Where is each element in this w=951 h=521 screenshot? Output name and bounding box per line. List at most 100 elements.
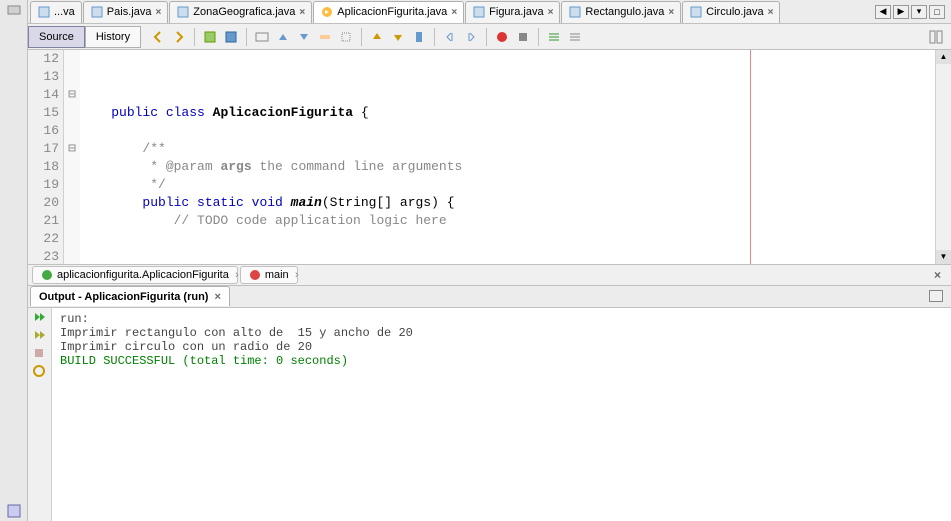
code-line[interactable]: * @param args the command line arguments [80, 158, 935, 176]
java-file-icon [90, 5, 104, 19]
forward-icon[interactable] [170, 28, 188, 46]
editor-toolbar: Source History [28, 24, 951, 50]
tab-label: ZonaGeografica.java [193, 6, 295, 18]
editor-tab[interactable]: Circulo.java × [682, 1, 780, 23]
editor-tabs-row: ...vaPais.java×ZonaGeografica.java×Aplic… [28, 0, 951, 24]
breadcrumb-label: main [265, 269, 289, 281]
fold-toggle-icon[interactable]: ⊟ [64, 140, 80, 158]
java-file-icon [472, 5, 486, 19]
java-file-icon [176, 5, 190, 19]
tab-close-icon[interactable]: × [451, 7, 457, 18]
tabs-dropdown[interactable]: ▾ [911, 5, 927, 19]
editor-tab[interactable]: Pais.java× [83, 1, 168, 23]
history-button[interactable]: History [85, 26, 141, 48]
source-button[interactable]: Source [28, 26, 85, 48]
next-bookmark-icon[interactable] [389, 28, 407, 46]
toolbar-icon[interactable] [337, 28, 355, 46]
code-line[interactable]: public class AplicacionFigurita { [80, 104, 935, 122]
tab-label: Circulo.java [706, 6, 763, 18]
find-previous-icon[interactable] [274, 28, 292, 46]
stop-macro-icon[interactable] [514, 28, 532, 46]
breadcrumb-label: aplicacionfigurita.AplicacionFigurita [57, 269, 229, 281]
code-line[interactable]: */ [80, 176, 935, 194]
tabs-scroll-right[interactable]: ▶ [893, 5, 909, 19]
toolbar-icon[interactable] [201, 28, 219, 46]
start-macro-icon[interactable] [493, 28, 511, 46]
shift-left-icon[interactable] [441, 28, 459, 46]
output-tab-close-icon[interactable]: × [214, 291, 220, 303]
find-selection-icon[interactable] [253, 28, 271, 46]
code-area[interactable]: public class AplicacionFigurita { /** * … [80, 50, 935, 264]
back-icon[interactable] [149, 28, 167, 46]
tab-close-icon[interactable]: × [668, 7, 674, 18]
tabs-controls: ◀ ▶ ▾ □ [875, 5, 949, 19]
output-line: Imprimir rectangulo con alto de 15 y anc… [60, 326, 943, 340]
tab-close-icon[interactable]: × [768, 7, 774, 18]
gutter-icon[interactable] [6, 2, 22, 18]
tabs-maximize[interactable]: □ [929, 5, 945, 19]
output-text[interactable]: run:Imprimir rectangulo con alto de 15 y… [52, 308, 951, 521]
previous-bookmark-icon[interactable] [368, 28, 386, 46]
java-main-icon [320, 5, 334, 19]
left-gutter [0, 0, 28, 521]
comment-icon[interactable] [545, 28, 563, 46]
output-panel: run:Imprimir rectangulo con alto de 15 y… [28, 308, 951, 521]
editor-tab[interactable]: ZonaGeografica.java × [169, 1, 312, 23]
toggle-highlight-icon[interactable] [316, 28, 334, 46]
line-number-gutter: 12131415161718192021222324252627 [28, 50, 64, 264]
java-file-icon [689, 5, 703, 19]
fold-toggle-icon[interactable]: ⊟ [64, 86, 80, 104]
rerun-icon[interactable] [32, 310, 48, 326]
code-editor[interactable]: 12131415161718192021222324252627 ⊟ ⊟ pub… [28, 50, 951, 264]
tab-label: Rectangulo.java [585, 6, 664, 18]
toggle-bookmark-icon[interactable] [410, 28, 428, 46]
code-line[interactable] [80, 122, 935, 140]
class-icon [41, 269, 53, 281]
output-line: Imprimir circulo con un radio de 20 [60, 340, 943, 354]
output-minimize-icon[interactable] [929, 290, 943, 302]
code-line[interactable] [80, 248, 935, 264]
split-icon[interactable] [929, 30, 943, 44]
fold-gutter: ⊟ ⊟ [64, 50, 80, 264]
tab-label: AplicacionFigurita.java [337, 6, 447, 18]
code-line[interactable]: public static void main(String[] args) { [80, 194, 935, 212]
code-line[interactable]: // TODO code application logic here [80, 212, 935, 230]
code-line[interactable]: /** [80, 140, 935, 158]
gutter-icon-2[interactable] [6, 503, 22, 519]
output-tab[interactable]: Output - AplicacionFigurita (run) × [30, 286, 230, 306]
find-next-icon[interactable] [295, 28, 313, 46]
margin-line [750, 50, 751, 264]
scroll-up-icon[interactable]: ▲ [936, 50, 951, 64]
editor-tab[interactable]: ...va [30, 1, 82, 23]
editor-tab[interactable]: Figura.java × [465, 1, 560, 23]
output-tab-label: Output - AplicacionFigurita (run) [39, 291, 208, 303]
breadcrumb-close[interactable]: × [928, 268, 947, 282]
breadcrumb-item[interactable]: main [240, 266, 298, 284]
tab-label: Figura.java [489, 6, 543, 18]
editor-tab[interactable]: Rectangulo.java × [561, 1, 681, 23]
breadcrumb-row: aplicacionfigurita.AplicacionFigurita mai… [28, 264, 951, 286]
shift-right-icon[interactable] [462, 28, 480, 46]
editor-scrollbar[interactable]: ▲ ▼ [935, 50, 951, 264]
toolbar-icon[interactable] [222, 28, 240, 46]
rerun-alt-icon[interactable] [32, 328, 48, 344]
tab-close-icon[interactable]: × [548, 7, 554, 18]
tab-label: ...va [54, 6, 75, 18]
tab-close-icon[interactable]: × [299, 7, 305, 18]
stop-output-icon[interactable] [32, 346, 48, 362]
output-settings-icon[interactable] [32, 364, 48, 380]
tab-close-icon[interactable]: × [155, 7, 161, 18]
output-line: run: [60, 312, 943, 326]
tab-label: Pais.java [107, 6, 152, 18]
breadcrumb-item[interactable]: aplicacionfigurita.AplicacionFigurita [32, 266, 238, 284]
scroll-down-icon[interactable]: ▼ [936, 250, 951, 264]
tabs-scroll-left[interactable]: ◀ [875, 5, 891, 19]
java-file-icon [37, 5, 51, 19]
output-side-icons [28, 308, 52, 521]
editor-tab[interactable]: AplicacionFigurita.java × [313, 1, 464, 23]
output-tab-row: Output - AplicacionFigurita (run) × [28, 286, 951, 308]
output-line: BUILD SUCCESSFUL (total time: 0 seconds) [60, 354, 943, 368]
uncomment-icon[interactable] [566, 28, 584, 46]
java-file-icon [568, 5, 582, 19]
code-line[interactable] [80, 230, 935, 248]
